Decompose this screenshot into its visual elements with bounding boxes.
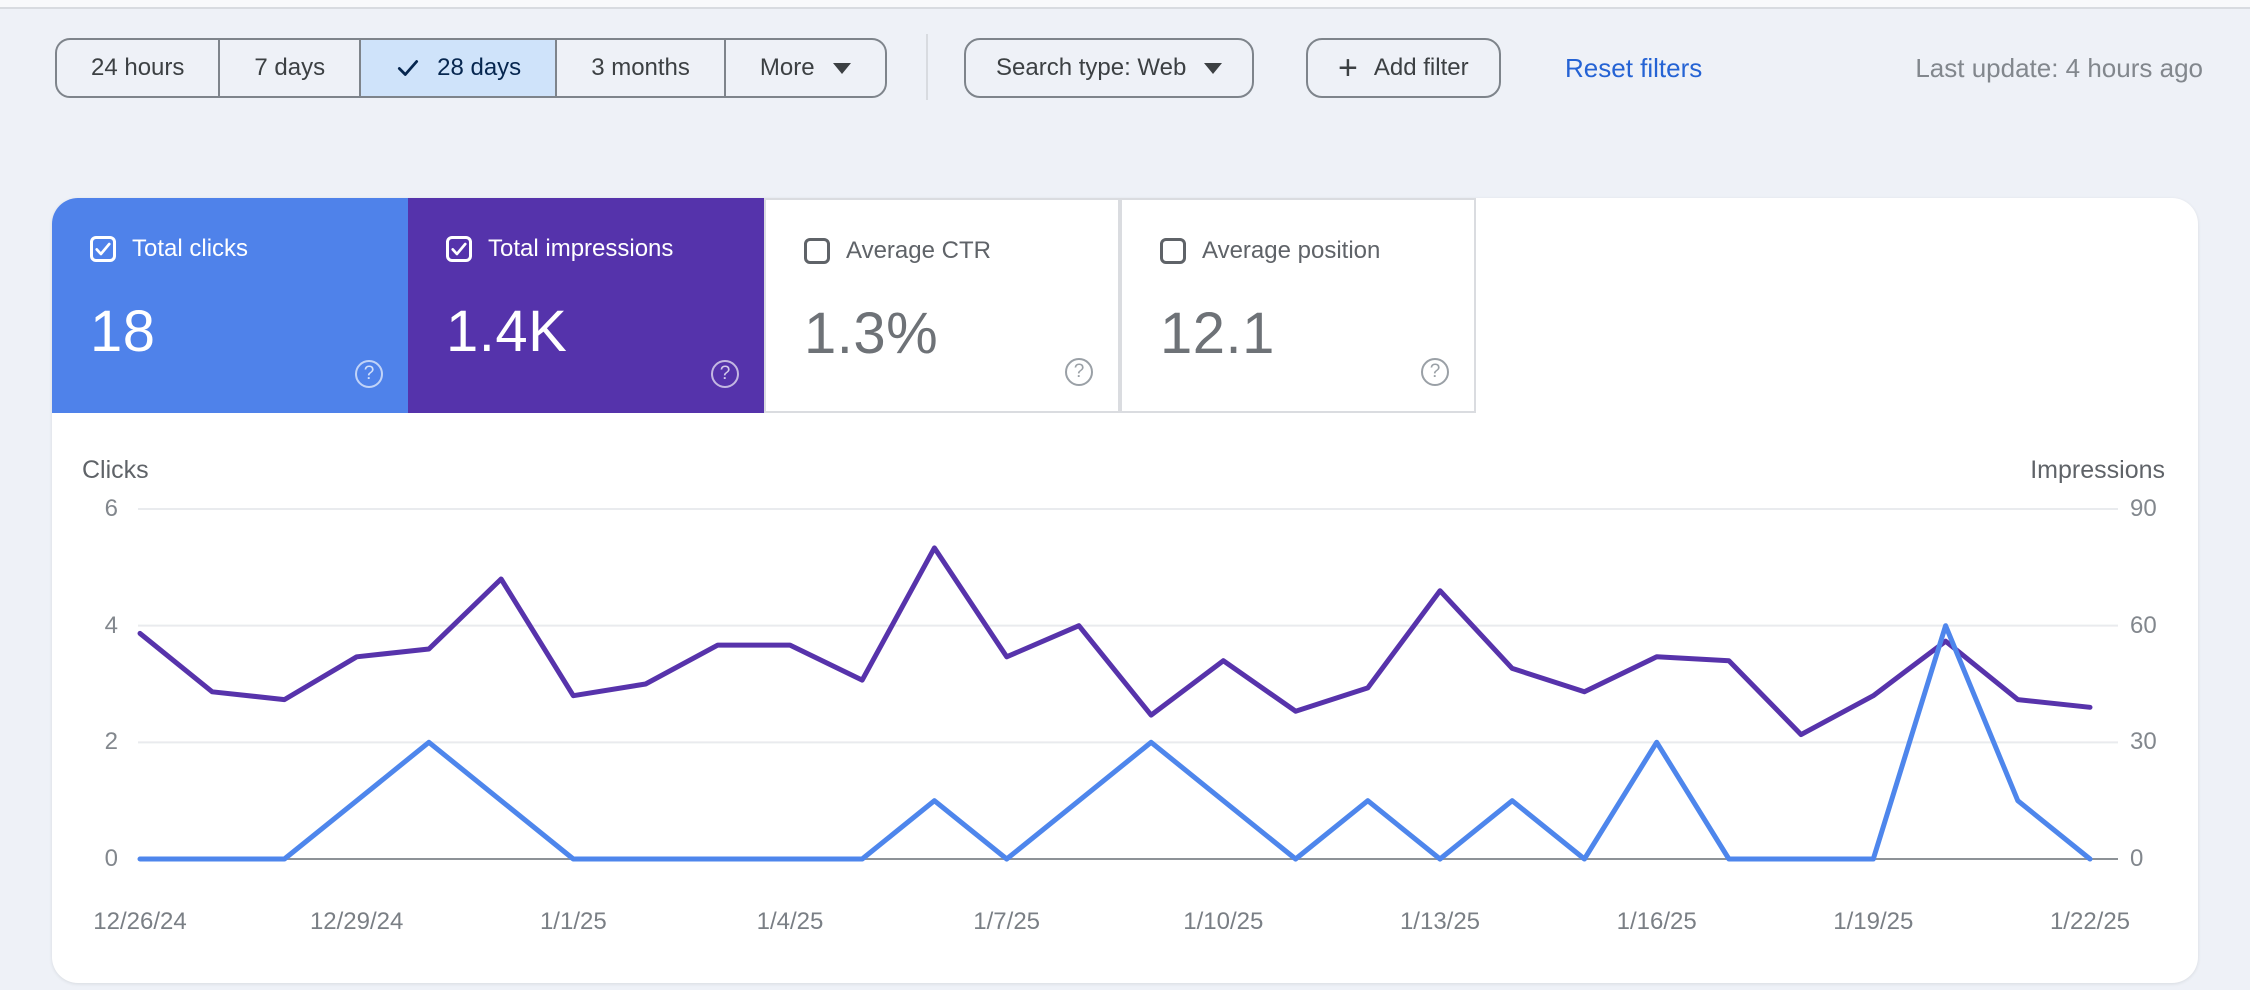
add-filter-button[interactable]: + Add filter <box>1306 38 1501 98</box>
left-axis-tick: 0 <box>104 845 118 872</box>
date-range-24-hours[interactable]: 24 hours <box>57 40 218 96</box>
metric-card-total-impressions[interactable]: Total impressions 1.4K ? <box>408 198 764 413</box>
chevron-down-icon <box>1204 62 1223 74</box>
chevron-down-icon <box>832 62 851 74</box>
date-range-3-months[interactable]: 3 months <box>555 40 724 96</box>
x-axis-date-label: 1/16/25 <box>1616 908 1697 935</box>
date-range-label: 24 hours <box>91 54 185 81</box>
metric-label: Total impressions <box>488 235 674 262</box>
help-icon[interactable]: ? <box>1421 358 1449 386</box>
x-axis-date-label: 1/13/25 <box>1399 908 1481 935</box>
header-bottom-divider <box>0 0 2250 9</box>
left-axis-tick: 4 <box>104 611 118 639</box>
right-axis-tick: 30 <box>2130 728 2157 756</box>
performance-panel: Total clicks 18 ? Total impressions 1.4K… <box>52 198 2198 983</box>
x-axis-date-label: 1/10/25 <box>1183 908 1264 935</box>
left-axis-tick: 2 <box>104 728 118 756</box>
help-icon[interactable]: ? <box>1065 358 1093 386</box>
check-icon <box>398 60 419 76</box>
x-axis-date-label: 12/29/24 <box>309 908 404 935</box>
plus-icon: + <box>1338 49 1358 87</box>
checkbox-checked-icon[interactable] <box>90 236 116 262</box>
x-axis-date-label: 1/22/25 <box>2049 908 2131 935</box>
x-axis-date-label: 1/19/25 <box>1833 908 1914 935</box>
search-type-label: Search type: Web <box>996 54 1187 81</box>
left-axis-tick: 6 <box>104 495 118 522</box>
help-icon[interactable]: ? <box>355 360 383 388</box>
right-axis-tick: 0 <box>2130 845 2144 872</box>
left-axis-title: Clicks <box>82 456 149 484</box>
metric-label: Average position <box>1202 237 1381 264</box>
right-axis-tick: 60 <box>2130 611 2157 639</box>
checkbox-checked-icon[interactable] <box>446 236 472 262</box>
clicks-line <box>137 623 2093 862</box>
x-axis-date-label: 1/7/25 <box>973 908 1041 935</box>
x-axis-date-label: 1/4/25 <box>756 908 824 935</box>
date-range-label: 7 days <box>254 54 326 81</box>
metric-label: Average CTR <box>846 237 991 264</box>
date-range-label: 28 days <box>437 54 522 81</box>
search-type-button[interactable]: Search type: Web <box>964 38 1255 98</box>
x-axis-date-label: 12/26/24 <box>93 908 187 935</box>
checkbox-unchecked-icon[interactable] <box>1160 238 1186 264</box>
date-range-7-days[interactable]: 7 days <box>218 40 359 96</box>
metric-value: 12.1 <box>1160 301 1275 366</box>
metric-value: 1.3% <box>804 301 939 366</box>
checkbox-unchecked-icon[interactable] <box>804 238 830 264</box>
help-icon[interactable]: ? <box>711 360 739 388</box>
last-update-text: Last update: 4 hours ago <box>1915 52 2203 83</box>
metric-card-total-clicks[interactable]: Total clicks 18 ? <box>52 198 408 413</box>
metric-card-average-position[interactable]: Average position 12.1 ? <box>1120 198 1476 413</box>
metric-label: Total clicks <box>132 235 249 262</box>
more-label: More <box>759 54 815 81</box>
right-axis-title: Impressions <box>2030 456 2165 484</box>
date-range-28-days[interactable]: 28 days <box>359 40 556 96</box>
toolbar-divider <box>926 34 928 100</box>
reset-filters-link[interactable]: Reset filters <box>1565 38 1702 98</box>
date-range-more-button[interactable]: More <box>723 40 885 96</box>
add-filter-label: Add filter <box>1373 54 1469 81</box>
date-range-label: 3 months <box>591 54 690 81</box>
impressions-line <box>137 545 2093 738</box>
right-axis-tick: 90 <box>2130 495 2157 522</box>
metric-value: 1.4K <box>446 299 568 364</box>
metric-card-average-ctr[interactable]: Average CTR 1.3% ? <box>764 198 1120 413</box>
x-axis-date-label: 1/1/25 <box>539 908 607 935</box>
date-range-group: 24 hours 7 days 28 days 3 months More <box>55 38 887 98</box>
metric-value: 18 <box>90 299 156 364</box>
metric-cards-row: Total clicks 18 ? Total impressions 1.4K… <box>52 198 1476 413</box>
